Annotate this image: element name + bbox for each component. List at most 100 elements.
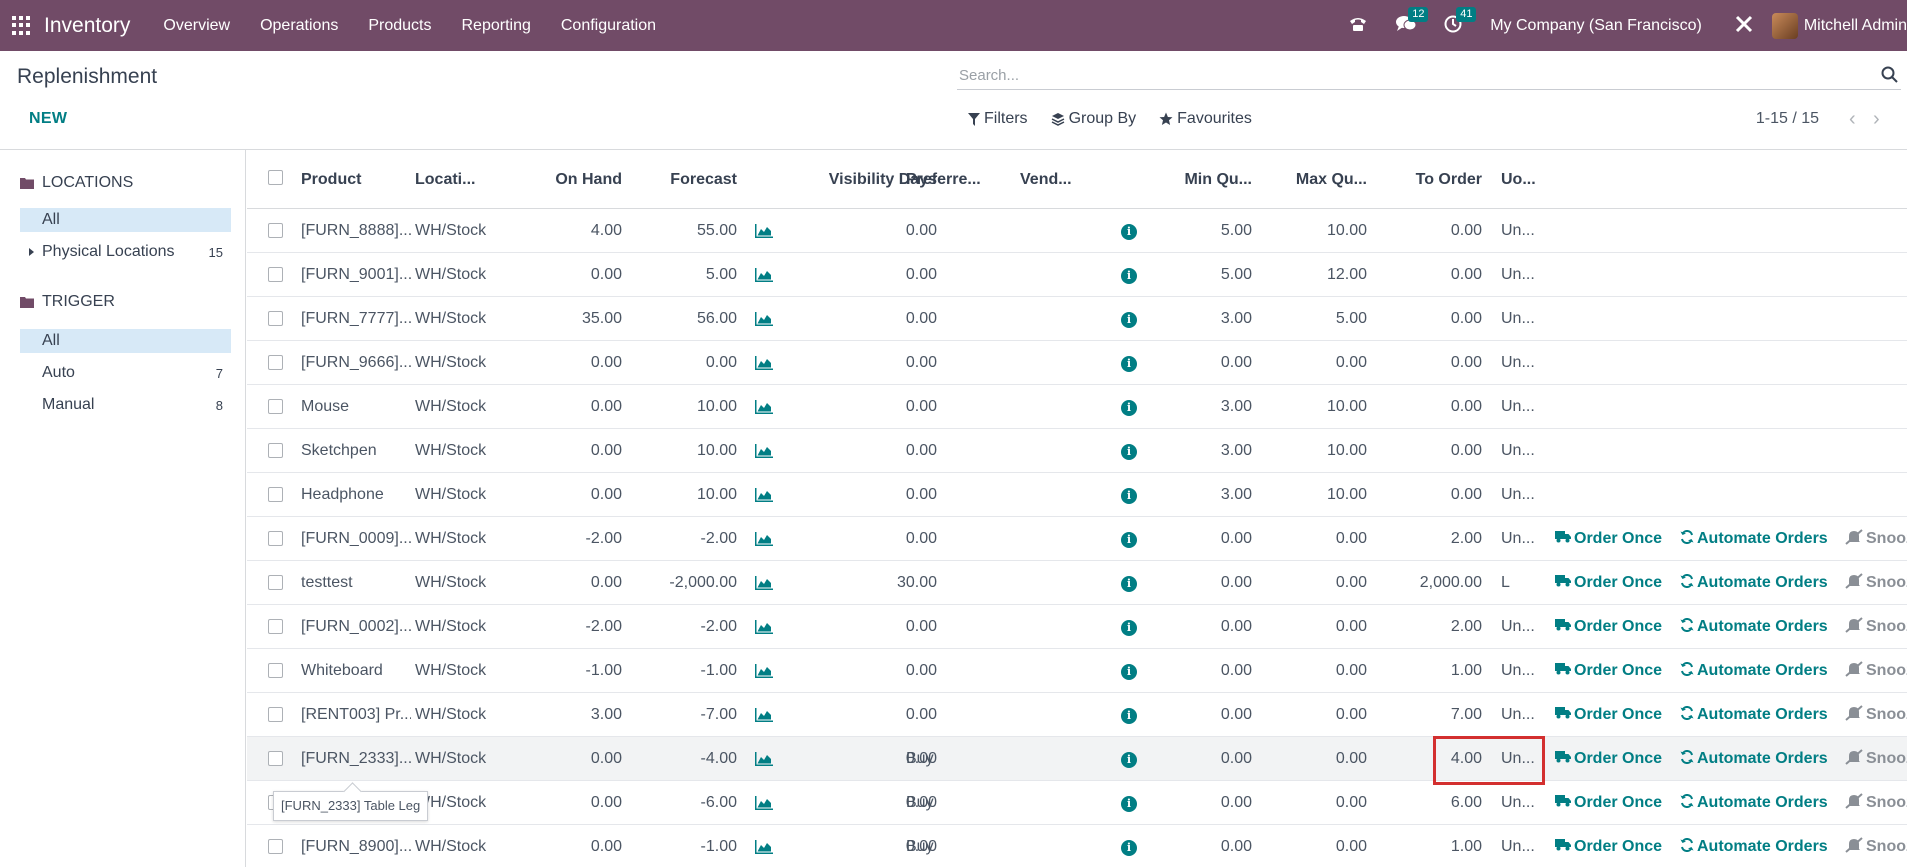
location-cell[interactable]: WH/Stock [415, 825, 495, 867]
table-row[interactable]: WH/Stock 0.00 -6.00 0.00 Buy i 0.00 0.00 6.00 Un.… [247, 781, 1907, 825]
new-button[interactable]: NEW [29, 110, 67, 128]
preferred-route-cell[interactable]: Buy [906, 781, 996, 825]
location-cell[interactable]: WH/Stock [415, 605, 495, 649]
row-checkbox[interactable] [268, 751, 283, 766]
column-header-forecast[interactable]: Forecast [627, 150, 737, 209]
forecast-graph-icon[interactable] [755, 532, 773, 546]
max-qty-cell[interactable]: 0.00 [1247, 825, 1367, 867]
snooze-button[interactable]: Snooz [1845, 737, 1907, 781]
row-checkbox[interactable] [268, 839, 283, 854]
preferred-route-cell[interactable] [906, 341, 996, 385]
location-cell[interactable]: WH/Stock [415, 561, 495, 605]
forecast-graph-icon[interactable] [755, 708, 773, 722]
table-row[interactable]: Headphone WH/Stock 0.00 10.00 0.00 i 3.00 10.00… [247, 473, 1907, 517]
order-once-button[interactable]: Order Once [1555, 605, 1662, 649]
to-order-cell[interactable]: 0.00 [1362, 253, 1482, 297]
automate-orders-button[interactable]: Automate Orders [1680, 693, 1828, 737]
row-checkbox[interactable] [268, 223, 283, 238]
to-order-cell[interactable]: 2,000.00 [1362, 561, 1482, 605]
table-row[interactable]: [FURN_9666]... WH/Stock 0.00 0.00 0.00 i 0.00 0… [247, 341, 1907, 385]
column-header-on-hand[interactable]: On Hand [497, 150, 622, 209]
order-once-button[interactable]: Order Once [1555, 781, 1662, 825]
menu-reporting[interactable]: Reporting [461, 17, 530, 35]
info-icon[interactable]: i [1121, 664, 1137, 680]
product-cell[interactable]: [FURN_2333]... [301, 737, 411, 781]
order-once-button[interactable]: Order Once [1555, 561, 1662, 605]
forecast-graph-icon[interactable] [755, 840, 773, 854]
product-cell[interactable]: [FURN_9001]... [301, 253, 411, 297]
avatar[interactable] [1771, 12, 1798, 39]
location-cell[interactable]: WH/Stock [415, 297, 495, 341]
menu-overview[interactable]: Overview [163, 17, 230, 35]
forecast-graph-icon[interactable] [755, 224, 773, 238]
min-qty-cell[interactable]: 0.00 [1137, 561, 1252, 605]
group-by-button[interactable]: Group By [1051, 110, 1136, 128]
location-cell[interactable]: WH/Stock [415, 737, 495, 781]
menu-operations[interactable]: Operations [260, 17, 338, 35]
max-qty-cell[interactable]: 0.00 [1247, 737, 1367, 781]
min-qty-cell[interactable]: 0.00 [1137, 341, 1252, 385]
min-qty-cell[interactable]: 0.00 [1137, 649, 1252, 693]
row-checkbox[interactable] [268, 663, 283, 678]
order-once-button[interactable]: Order Once [1555, 517, 1662, 561]
to-order-cell[interactable]: 1.00 [1362, 649, 1482, 693]
expand-caret-icon[interactable] [29, 248, 34, 256]
info-icon[interactable]: i [1121, 576, 1137, 592]
menu-products[interactable]: Products [368, 17, 431, 35]
row-checkbox[interactable] [268, 267, 283, 282]
product-cell[interactable]: [FURN_8900]... [301, 825, 411, 867]
max-qty-cell[interactable]: 12.00 [1247, 253, 1367, 297]
table-row[interactable]: [FURN_0009]... WH/Stock -2.00 -2.00 0.00 i 0.0… [247, 517, 1907, 561]
table-row[interactable]: [FURN_9001]... WH/Stock 0.00 5.00 0.00 i 5.00 1… [247, 253, 1907, 297]
snooze-button[interactable]: Snooz [1845, 649, 1907, 693]
info-icon[interactable]: i [1121, 840, 1137, 856]
table-row[interactable]: [FURN_8888]... WH/Stock 4.00 55.00 0.00 i 5.00… [247, 209, 1907, 253]
product-cell[interactable]: Mouse [301, 385, 411, 429]
max-qty-cell[interactable]: 10.00 [1247, 429, 1367, 473]
to-order-cell[interactable]: 0.00 [1362, 209, 1482, 253]
snooze-button[interactable]: Snooz [1845, 781, 1907, 825]
forecast-graph-icon[interactable] [755, 444, 773, 458]
row-checkbox[interactable] [268, 399, 283, 414]
to-order-cell[interactable]: 2.00 [1362, 517, 1482, 561]
info-icon[interactable]: i [1121, 708, 1137, 724]
max-qty-cell[interactable]: 0.00 [1247, 517, 1367, 561]
column-header-max-qty[interactable]: Max Qu... [1247, 150, 1367, 209]
info-icon[interactable]: i [1121, 224, 1137, 240]
column-header-uom[interactable]: Uo... [1501, 150, 1541, 209]
to-order-cell[interactable]: 1.00 [1362, 825, 1482, 867]
row-checkbox[interactable] [268, 487, 283, 502]
preferred-route-cell[interactable] [906, 649, 996, 693]
info-icon[interactable]: i [1121, 488, 1137, 504]
row-checkbox[interactable] [268, 443, 283, 458]
max-qty-cell[interactable]: 0.00 [1247, 341, 1367, 385]
info-icon[interactable]: i [1121, 312, 1137, 328]
product-cell[interactable]: [FURN_0009]... [301, 517, 411, 561]
min-qty-cell[interactable]: 0.00 [1137, 781, 1252, 825]
max-qty-cell[interactable]: 10.00 [1247, 385, 1367, 429]
trigger-auto[interactable]: Auto 7 [20, 361, 231, 385]
max-qty-cell[interactable]: 0.00 [1247, 693, 1367, 737]
preferred-route-cell[interactable] [906, 209, 996, 253]
product-cell[interactable]: Whiteboard [301, 649, 411, 693]
info-icon[interactable]: i [1121, 400, 1137, 416]
product-cell[interactable]: [FURN_7777]... [301, 297, 411, 341]
forecast-graph-icon[interactable] [755, 796, 773, 810]
info-icon[interactable]: i [1121, 268, 1137, 284]
preferred-route-cell[interactable]: Buy [906, 737, 996, 781]
order-once-button[interactable]: Order Once [1555, 649, 1662, 693]
automate-orders-button[interactable]: Automate Orders [1680, 825, 1828, 867]
table-row[interactable]: Sketchpen WH/Stock 0.00 10.00 0.00 i 3.00 10.00… [247, 429, 1907, 473]
min-qty-cell[interactable]: 3.00 [1137, 473, 1252, 517]
to-order-cell[interactable]: 2.00 [1362, 605, 1482, 649]
snooze-button[interactable]: Snooz [1845, 517, 1907, 561]
favourites-button[interactable]: Favourites [1159, 110, 1252, 128]
max-qty-cell[interactable]: 10.00 [1247, 473, 1367, 517]
to-order-cell[interactable]: 0.00 [1362, 297, 1482, 341]
pager-value[interactable]: 1-15 / 15 [1756, 110, 1819, 128]
info-icon[interactable]: i [1121, 356, 1137, 372]
debug-tools-icon[interactable] [1734, 14, 1754, 38]
snooze-button[interactable]: Snooz [1845, 561, 1907, 605]
order-once-button[interactable]: Order Once [1555, 693, 1662, 737]
automate-orders-button[interactable]: Automate Orders [1680, 649, 1828, 693]
